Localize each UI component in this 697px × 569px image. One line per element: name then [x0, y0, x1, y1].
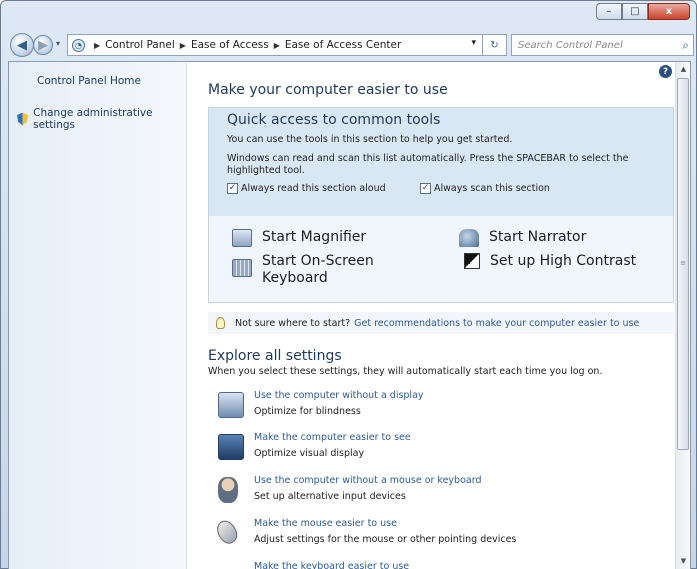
title-bar[interactable]: – □ x — [1, 1, 696, 29]
chevron-right-icon[interactable]: ▶ — [180, 41, 186, 50]
address-dropdown-icon[interactable]: ▾ — [471, 38, 476, 48]
setting-link[interactable]: Use the computer without a display — [254, 390, 424, 401]
narrator-icon — [459, 229, 479, 247]
search-input[interactable]: Search Control Panel ⌕ — [511, 34, 694, 56]
user-input-icon — [218, 477, 238, 503]
monitor-magnifier-icon — [218, 434, 244, 460]
chevron-right-icon[interactable]: ▶ — [94, 41, 100, 50]
address-bar[interactable]: ◔ ▶ Control Panel ▶ Ease of Access ▶ Eas… — [67, 34, 483, 56]
scroll-up-icon[interactable]: ▲ — [676, 62, 690, 77]
tip-question: Not sure where to start? — [235, 317, 351, 329]
start-narrator-link[interactable]: Start Narrator — [459, 229, 586, 247]
quick-access-header: Quick access to common tools You can use… — [209, 108, 673, 216]
always-read-checkbox[interactable]: ✓ Always read this section aloud — [227, 183, 386, 194]
setting-without-mouse-keyboard: Use the computer without a mouse or keyb… — [218, 475, 668, 509]
setting-mouse-easier: Make the mouse easier to use Adjust sett… — [213, 517, 668, 552]
recent-pages-dropdown[interactable]: ▾ — [56, 39, 60, 48]
tool-label: Start On-Screen Keyboard — [262, 253, 374, 286]
breadcrumb-ease-of-access-center[interactable]: Ease of Access Center — [285, 39, 401, 51]
sidebar-item-control-panel-home[interactable]: Control Panel Home — [37, 75, 141, 87]
shield-icon — [17, 112, 29, 126]
setting-link[interactable]: Make the mouse easier to use — [254, 518, 397, 529]
maximize-button[interactable]: □ — [622, 3, 648, 20]
quick-access-title: Quick access to common tools — [227, 112, 441, 128]
minimize-button[interactable]: – — [596, 3, 622, 20]
scroll-down-icon[interactable]: ▼ — [676, 554, 690, 569]
sidebar-item-label: Change administrative settings — [33, 107, 153, 131]
magnifier-icon — [232, 229, 252, 247]
start-magnifier-link[interactable]: Start Magnifier — [232, 229, 366, 247]
setting-link[interactable]: Make the keyboard easier to use — [254, 561, 409, 569]
close-button[interactable]: x — [648, 3, 690, 20]
checkbox-box[interactable]: ✓ — [227, 183, 238, 194]
window: – □ x ◀ ▶ ▾ ◔ ▶ Control Panel ▶ Ease of … — [0, 0, 697, 569]
tool-label: Start Magnifier — [262, 229, 367, 245]
setting-description: Optimize visual display — [254, 448, 365, 459]
setting-description: Adjust settings for the mouse or other p… — [254, 534, 517, 545]
checkbox-box[interactable]: ✓ — [420, 183, 431, 194]
main-panel: ? Make your computer easier to use Quick… — [187, 62, 676, 569]
quick-access-instructions: Windows can read and scan this list auto… — [227, 153, 629, 176]
setting-without-display: Use the computer without a display Optim… — [218, 390, 668, 424]
back-button[interactable]: ◀ — [10, 33, 34, 57]
tool-label: Set up High Contrast — [490, 253, 637, 269]
get-recommendations-link[interactable]: Get recommendations to make your compute… — [354, 318, 639, 329]
content-area: Control Panel Home Change administrative… — [8, 61, 691, 569]
checkbox-label: Always scan this section — [434, 183, 550, 194]
display-icon — [218, 392, 244, 418]
chevron-right-icon[interactable]: ▶ — [274, 41, 280, 50]
setting-description: Set up alternative input devices — [254, 491, 406, 502]
scrollbar-thumb[interactable]: ≡ — [677, 78, 689, 450]
setting-link[interactable]: Use the computer without a mouse or keyb… — [254, 475, 482, 486]
search-icon[interactable]: ⌕ — [682, 38, 689, 53]
setting-description: Optimize for blindness — [254, 406, 361, 417]
explore-subtitle: When you select these settings, they wil… — [208, 366, 603, 377]
high-contrast-icon — [464, 253, 480, 269]
mouse-icon — [213, 517, 241, 547]
search-placeholder: Search Control Panel — [518, 39, 623, 51]
breadcrumb-ease-of-access[interactable]: Ease of Access — [191, 39, 269, 51]
keyboard-icon — [232, 259, 252, 277]
setting-link[interactable]: Make the computer easier to see — [254, 432, 411, 443]
start-on-screen-keyboard-link[interactable]: Start On-Screen Keyboard — [232, 253, 392, 287]
lightbulb-icon — [216, 317, 225, 329]
recommendation-bar: Not sure where to start? Get recommendat… — [208, 312, 674, 334]
sidebar-item-change-admin-settings[interactable]: Change administrative settings — [17, 107, 186, 131]
page-title: Make your computer easier to use — [208, 82, 448, 98]
breadcrumb-control-panel[interactable]: Control Panel — [105, 39, 175, 51]
quick-access-section: Quick access to common tools You can use… — [208, 107, 674, 303]
tool-label: Start Narrator — [489, 229, 587, 245]
grip-icon: ≡ — [680, 259, 686, 267]
always-scan-checkbox[interactable]: ✓ Always scan this section — [420, 183, 550, 194]
control-panel-icon: ◔ — [72, 38, 85, 52]
refresh-button[interactable]: ↻ — [483, 34, 507, 56]
sidebar: Control Panel Home Change administrative… — [9, 62, 187, 569]
checkbox-label: Always read this section aloud — [241, 183, 386, 194]
setting-easier-to-see: Make the computer easier to see Optimize… — [218, 432, 668, 466]
navigation-bar: ◀ ▶ ▾ ◔ ▶ Control Panel ▶ Ease of Access… — [1, 29, 696, 61]
help-icon[interactable]: ? — [659, 65, 672, 78]
setting-keyboard-easier: Make the keyboard easier to use — [218, 561, 668, 569]
window-controls: – □ x — [596, 3, 690, 20]
forward-button[interactable]: ▶ — [33, 35, 53, 55]
vertical-scrollbar[interactable]: ▲ ≡ ▼ — [675, 62, 690, 569]
explore-title: Explore all settings — [208, 348, 342, 364]
quick-access-text: You can use the tools in this section to… — [227, 134, 513, 145]
set-up-high-contrast-link[interactable]: Set up High Contrast — [464, 253, 636, 270]
